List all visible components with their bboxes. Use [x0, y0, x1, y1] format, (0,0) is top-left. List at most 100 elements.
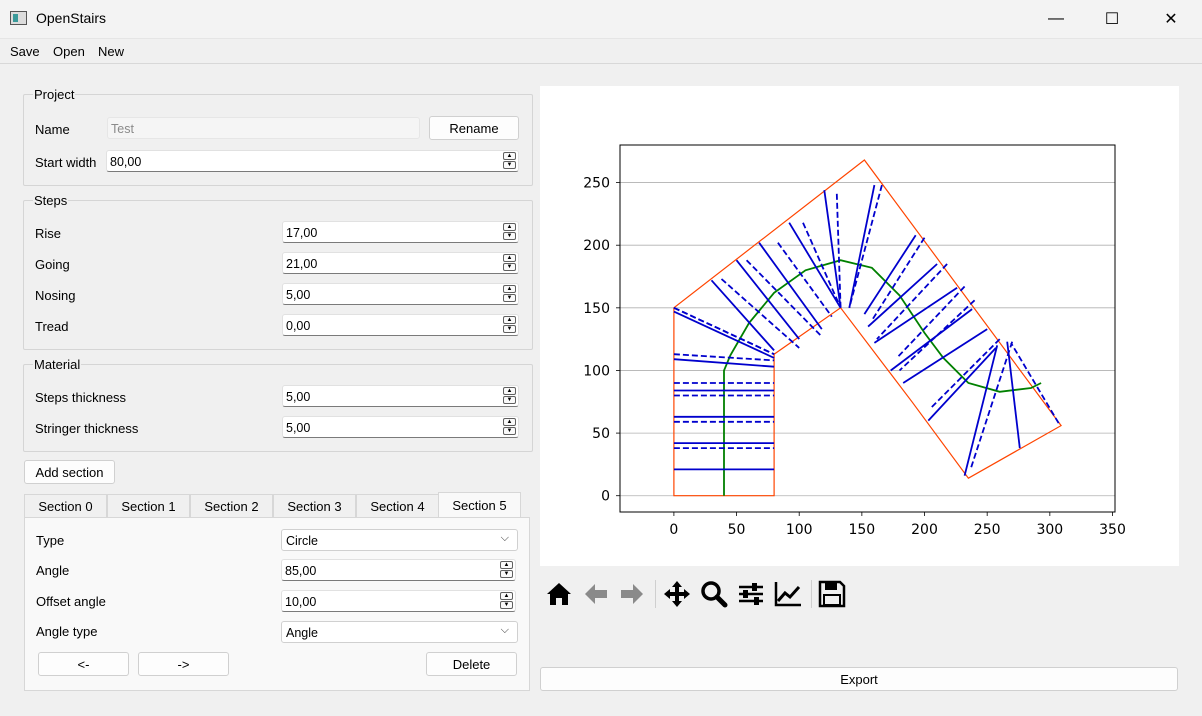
- window-title: OpenStairs: [36, 10, 107, 26]
- stringer-thickness-label: Stringer thickness: [35, 421, 139, 436]
- edit-axis-icon: [774, 582, 801, 607]
- offset-angle-spinner[interactable]: ▲ ▼: [500, 592, 514, 610]
- material-group: Material Steps thickness 5,00 ▲ ▼ Stringe…: [23, 357, 533, 452]
- add-section-button[interactable]: Add section: [24, 460, 115, 484]
- export-button[interactable]: Export: [540, 667, 1178, 691]
- rise-spinner[interactable]: ▲ ▼: [503, 223, 517, 241]
- y-tick-label: 100: [583, 363, 610, 379]
- name-label: Name: [35, 122, 70, 137]
- stair-plot[interactable]: 0 50 100 150 200 250 0 50 100 150 200 250 300 350: [540, 86, 1179, 566]
- home-icon: [547, 583, 571, 605]
- close-button[interactable]: ✕: [1148, 0, 1194, 38]
- forward-button[interactable]: [617, 579, 647, 609]
- offset-angle-label: Offset angle: [36, 594, 106, 609]
- tab-section-0[interactable]: Section 0: [24, 494, 107, 518]
- angle-type-select[interactable]: Angle ⌵: [281, 621, 518, 643]
- going-label: Going: [35, 257, 70, 272]
- tab-section-2[interactable]: Section 2: [190, 494, 273, 518]
- step-line: [1006, 341, 1021, 449]
- x-tick-label: 200: [911, 522, 938, 538]
- minimize-button[interactable]: —: [1033, 0, 1079, 38]
- tread-spinner[interactable]: ▲ ▼: [503, 316, 517, 334]
- type-label: Type: [36, 533, 65, 548]
- steps-thickness-label: Steps thickness: [35, 390, 127, 405]
- toolbar-separator: [811, 580, 812, 608]
- zoom-button[interactable]: [699, 579, 729, 609]
- section-panel: Type Circle ⌵ Angle 85,00 ▲ ▼ Offset angle…: [24, 517, 530, 691]
- tread-field[interactable]: 0,00 ▲ ▼: [282, 314, 519, 336]
- back-button[interactable]: [581, 579, 611, 609]
- home-button[interactable]: [544, 579, 574, 609]
- spin-up-icon: ▲: [503, 152, 516, 160]
- y-tick-label: 200: [583, 238, 610, 254]
- walk-line: [723, 259, 1042, 496]
- tab-section-3[interactable]: Section 3: [273, 494, 356, 518]
- going-spinner[interactable]: ▲ ▼: [503, 254, 517, 272]
- spin-down-icon: ▼: [503, 263, 516, 271]
- nosing-field[interactable]: 5,00 ▲ ▼: [282, 283, 519, 305]
- start-width-label: Start width: [35, 155, 97, 170]
- going-field[interactable]: 21,00 ▲ ▼: [282, 252, 519, 274]
- spin-down-icon: ▼: [503, 294, 516, 302]
- nosing-spinner[interactable]: ▲ ▼: [503, 285, 517, 303]
- type-select[interactable]: Circle ⌵: [281, 529, 518, 551]
- zoom-icon: [701, 581, 728, 608]
- x-tick-label: 100: [786, 522, 813, 538]
- x-tick-label: 350: [1099, 522, 1126, 538]
- step-nosing-line: [1010, 342, 1060, 424]
- angle-field[interactable]: 85,00 ▲ ▼: [281, 559, 516, 581]
- spin-up-icon: ▲: [500, 592, 513, 600]
- next-section-button[interactable]: ->: [138, 652, 229, 676]
- chevron-down-icon: ⌵: [500, 624, 509, 636]
- menu-new[interactable]: New: [98, 44, 124, 59]
- project-legend: Project: [33, 87, 76, 102]
- stair-outline: [673, 159, 1062, 497]
- minimize-icon: —: [1048, 10, 1064, 27]
- name-field: Test: [107, 117, 420, 139]
- menu-save[interactable]: Save: [10, 44, 40, 59]
- save-figure-button[interactable]: [817, 579, 847, 609]
- offset-angle-field[interactable]: 10,00 ▲ ▼: [281, 590, 516, 612]
- y-tick-label: 250: [583, 176, 610, 192]
- steps-group: Steps Rise 17,00 ▲ ▼ Going 21,00 ▲ ▼ Nosin…: [23, 193, 533, 350]
- spin-up-icon: ▲: [503, 223, 516, 231]
- tab-section-4[interactable]: Section 4: [356, 494, 439, 518]
- plot-canvas[interactable]: 0 50 100 150 200 250 0 50 100 150 200 250 300 350: [540, 86, 1179, 566]
- rise-label: Rise: [35, 226, 62, 241]
- configure-subplots-button[interactable]: [736, 579, 766, 609]
- x-tick-label: 150: [848, 522, 875, 538]
- delete-section-button[interactable]: Delete: [426, 652, 517, 676]
- edit-axis-button[interactable]: [773, 579, 803, 609]
- angle-label: Angle: [36, 563, 70, 578]
- x-tick-label: 300: [1036, 522, 1063, 538]
- step-line: [758, 242, 823, 330]
- spin-down-icon: ▼: [503, 325, 516, 333]
- stringer-thickness-field[interactable]: 5,00 ▲ ▼: [282, 416, 519, 438]
- x-tick-label: 250: [974, 522, 1001, 538]
- spin-down-icon: ▼: [500, 570, 513, 578]
- rise-field[interactable]: 17,00 ▲ ▼: [282, 221, 519, 243]
- pan-button[interactable]: [662, 579, 692, 609]
- axes-frame: [619, 144, 1116, 513]
- spin-up-icon: ▲: [503, 285, 516, 293]
- pan-icon: [664, 581, 690, 607]
- tab-section-5[interactable]: Section 5: [438, 492, 521, 518]
- start-width-field[interactable]: 80,00 ▲ ▼: [106, 150, 519, 172]
- previous-section-button[interactable]: <-: [38, 652, 129, 676]
- steps-thickness-spinner[interactable]: ▲ ▼: [503, 387, 517, 405]
- rename-button[interactable]: Rename: [429, 116, 519, 140]
- step-line: [848, 184, 876, 308]
- tab-section-1[interactable]: Section 1: [107, 494, 190, 518]
- start-width-spinner[interactable]: ▲ ▼: [503, 152, 517, 170]
- stringer-thickness-spinner[interactable]: ▲ ▼: [503, 418, 517, 436]
- angle-spinner[interactable]: ▲ ▼: [500, 561, 514, 579]
- spin-down-icon: ▼: [503, 232, 516, 240]
- menu-open[interactable]: Open: [53, 44, 85, 59]
- steps-thickness-field[interactable]: 5,00 ▲ ▼: [282, 385, 519, 407]
- nosing-label: Nosing: [35, 288, 76, 303]
- y-tick-label: 150: [583, 301, 610, 317]
- spin-up-icon: ▲: [503, 387, 516, 395]
- step-line: [863, 234, 917, 315]
- maximize-button[interactable]: ☐: [1089, 0, 1135, 38]
- app-icon: [10, 11, 27, 25]
